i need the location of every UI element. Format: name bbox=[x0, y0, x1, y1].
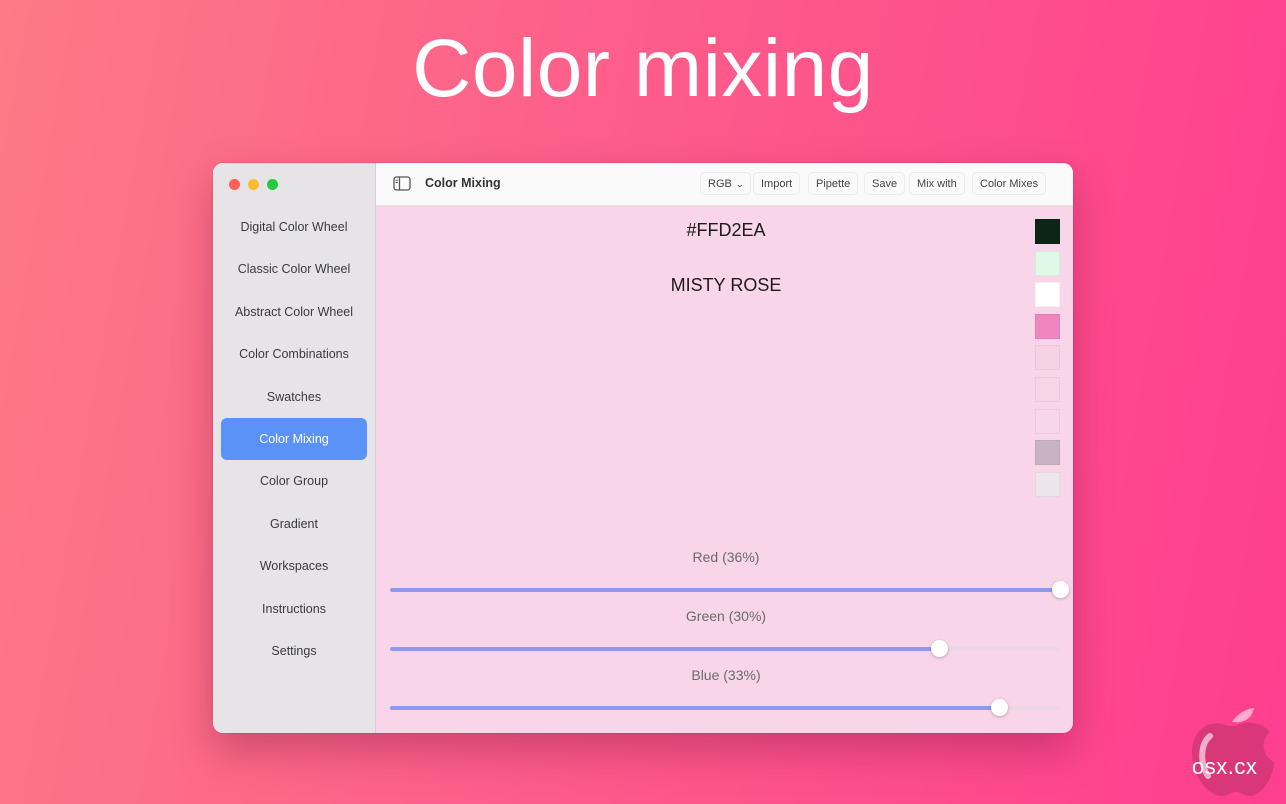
swatch[interactable] bbox=[1035, 345, 1060, 371]
swatch[interactable] bbox=[1035, 313, 1060, 339]
app-window: Digital Color Wheel Classic Color Wheel … bbox=[213, 163, 1073, 733]
color-hex-value: #FFD2EA bbox=[686, 220, 766, 240]
close-window-button[interactable] bbox=[229, 179, 240, 190]
swatch[interactable] bbox=[1035, 408, 1060, 434]
pipette-button[interactable]: Pipette bbox=[808, 172, 859, 195]
sidebar-item-swatches[interactable]: Swatches bbox=[221, 376, 367, 418]
color-mode-dropdown[interactable]: RGB ⌄ bbox=[700, 172, 752, 195]
green-slider-fill bbox=[390, 647, 940, 651]
blue-slider[interactable] bbox=[390, 699, 1060, 716]
red-slider-label: Red (36%) bbox=[692, 549, 760, 565]
swatch[interactable] bbox=[1035, 376, 1060, 402]
headline: Color mixing bbox=[412, 23, 874, 114]
mix-with-button[interactable]: Mix with bbox=[909, 172, 965, 195]
sidebar-item-color-group[interactable]: Color Group bbox=[221, 460, 367, 502]
red-slider-thumb[interactable] bbox=[1051, 581, 1069, 598]
swatch[interactable] bbox=[1035, 440, 1060, 466]
red-slider-fill bbox=[390, 588, 1060, 592]
save-button[interactable]: Save bbox=[864, 172, 906, 195]
sidebar-item-digital-color-wheel[interactable]: Digital Color Wheel bbox=[221, 206, 367, 248]
import-button[interactable]: Import bbox=[753, 172, 801, 195]
toolbar: Color Mixing RGB ⌄ Import Pipette Save Mi… bbox=[376, 163, 1073, 206]
watermark-logo: osx.cx bbox=[1188, 706, 1274, 798]
toolbar-title: Color Mixing bbox=[425, 176, 501, 190]
green-slider-thumb[interactable] bbox=[930, 640, 948, 657]
green-slider-label: Green (30%) bbox=[685, 608, 767, 624]
blue-slider-fill bbox=[390, 706, 1000, 710]
sidebar-item-workspaces[interactable]: Workspaces bbox=[221, 545, 367, 587]
swatch[interactable] bbox=[1035, 250, 1060, 276]
swatch-column bbox=[1035, 219, 1060, 503]
chevron-down-icon: ⌄ bbox=[735, 179, 745, 189]
sidebar-item-color-combinations[interactable]: Color Combinations bbox=[221, 333, 367, 375]
swatch[interactable] bbox=[1035, 471, 1060, 497]
blue-slider-thumb[interactable] bbox=[991, 699, 1009, 716]
swatch[interactable] bbox=[1035, 282, 1060, 308]
swatch[interactable] bbox=[1035, 219, 1060, 244]
green-slider[interactable] bbox=[390, 640, 1060, 657]
blue-slider-label: Blue (33%) bbox=[691, 667, 761, 683]
red-slider[interactable] bbox=[390, 581, 1069, 598]
sidebar-item-color-mixing[interactable]: Color Mixing bbox=[221, 417, 367, 460]
zoom-window-button[interactable] bbox=[267, 179, 278, 190]
sidebar-item-settings[interactable]: Settings bbox=[221, 630, 367, 672]
color-name: MISTY ROSE bbox=[670, 275, 782, 295]
sidebar-item-gradient[interactable]: Gradient bbox=[221, 503, 367, 545]
sidebar-item-abstract-color-wheel[interactable]: Abstract Color Wheel bbox=[221, 291, 367, 333]
color-mixes-button[interactable]: Color Mixes bbox=[972, 172, 1047, 195]
sidebar-item-classic-color-wheel[interactable]: Classic Color Wheel bbox=[221, 248, 367, 290]
minimize-window-button[interactable] bbox=[248, 179, 259, 190]
apple-logo-icon bbox=[1192, 708, 1274, 796]
sidebar-nav: Digital Color Wheel Classic Color Wheel … bbox=[221, 206, 367, 672]
window-controls bbox=[229, 179, 278, 190]
sidebar-item-instructions[interactable]: Instructions bbox=[221, 588, 367, 630]
color-mixing-panel: #FFD2EA MISTY ROSE Red (36%) Green (30%)… bbox=[376, 206, 1073, 733]
color-mode-label: RGB bbox=[708, 178, 732, 190]
sidebar-toggle-icon[interactable] bbox=[393, 176, 411, 191]
watermark-text: osx.cx bbox=[1192, 754, 1258, 779]
sidebar: Digital Color Wheel Classic Color Wheel … bbox=[213, 163, 376, 733]
